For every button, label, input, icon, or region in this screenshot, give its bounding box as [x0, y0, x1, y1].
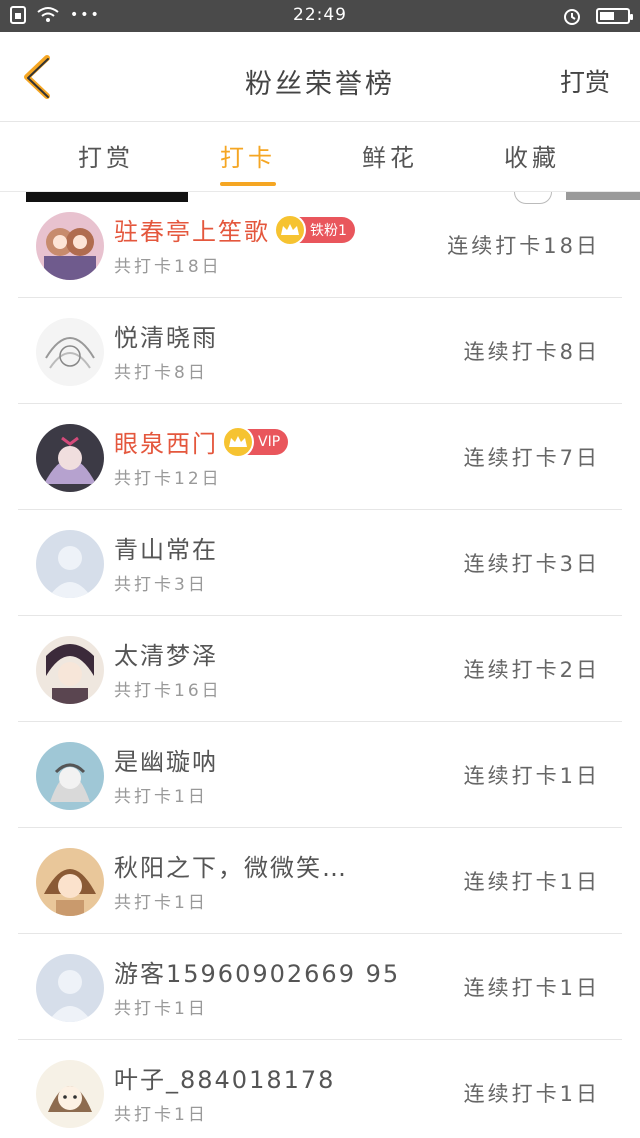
user-name[interactable]: 秋阳之下，微微笑… — [114, 848, 348, 883]
badge-label: 铁粉1 — [310, 222, 347, 239]
tab-favorites[interactable]: 收藏 — [472, 138, 592, 173]
list-item[interactable]: 游客15960902669 95 共打卡1日 连续打卡1日 — [18, 934, 622, 1040]
total-checkins: 共打卡8日 — [114, 363, 208, 383]
status-bar: ••• 22:49 — [0, 0, 640, 32]
streak-days: 连续打卡18日 — [447, 234, 600, 258]
streak-days: 连续打卡1日 — [463, 1082, 600, 1106]
badge-label: VIP — [258, 433, 281, 450]
list-item[interactable]: 驻春亭上笙歌 铁粉1 共打卡18日 连续打卡18日 — [18, 192, 622, 298]
name-line: 太清梦泽 — [114, 636, 218, 671]
avatar[interactable] — [36, 212, 104, 280]
tab-bar: 打赏 打卡 鲜花 收藏 — [0, 122, 640, 192]
fan-level-badge: 铁粉1 — [274, 213, 355, 246]
user-name[interactable]: 青山常在 — [114, 530, 218, 565]
streak-days: 连续打卡1日 — [463, 870, 600, 894]
list-item[interactable]: 眼泉西门 VIP 共打卡12日 连续打卡7日 — [18, 404, 622, 510]
checkin-list[interactable]: 驻春亭上笙歌 铁粉1 共打卡18日 连续打卡18日 悦清晓雨 共打卡8日 连续打… — [0, 192, 640, 1138]
name-line: 是幽璇呐 — [114, 742, 218, 777]
tab-flowers[interactable]: 鲜花 — [330, 138, 450, 173]
name-line: 游客15960902669 95 — [114, 954, 400, 989]
default-avatar-icon[interactable] — [36, 954, 104, 1022]
avatar[interactable] — [36, 636, 104, 704]
page-title: 粉丝荣誉榜 — [245, 69, 395, 100]
total-checkins: 共打卡18日 — [114, 257, 222, 277]
battery-icon — [596, 8, 633, 24]
status-time: 22:49 — [293, 5, 347, 25]
list-item[interactable]: 是幽璇呐 共打卡1日 连续打卡1日 — [18, 722, 622, 828]
name-line: 驻春亭上笙歌 铁粉1 — [114, 212, 355, 247]
user-name[interactable]: 是幽璇呐 — [114, 742, 218, 777]
name-line: 眼泉西门 VIP — [114, 424, 289, 459]
user-name[interactable]: 悦清晓雨 — [114, 318, 218, 353]
list-item[interactable]: 太清梦泽 共打卡16日 连续打卡2日 — [18, 616, 622, 722]
name-line: 秋阳之下，微微笑… — [114, 848, 348, 883]
default-avatar-icon[interactable] — [36, 530, 104, 598]
user-name[interactable]: 驻春亭上笙歌 — [114, 212, 270, 247]
total-checkins: 共打卡16日 — [114, 681, 222, 701]
list-item[interactable]: 悦清晓雨 共打卡8日 连续打卡8日 — [18, 298, 622, 404]
total-checkins: 共打卡1日 — [114, 893, 208, 913]
list-item[interactable]: 青山常在 共打卡3日 连续打卡3日 — [18, 510, 622, 616]
crown-icon — [222, 425, 254, 458]
user-name[interactable]: 叶子_884018178 — [114, 1060, 335, 1095]
streak-days: 连续打卡7日 — [463, 446, 600, 470]
tab-reward[interactable]: 打赏 — [46, 138, 166, 173]
streak-days: 连续打卡3日 — [463, 552, 600, 576]
header: 粉丝荣誉榜 打赏 — [0, 32, 640, 122]
avatar[interactable] — [36, 424, 104, 492]
reward-button[interactable]: 打赏 — [560, 63, 610, 99]
total-checkins: 共打卡3日 — [114, 575, 208, 595]
user-name[interactable]: 眼泉西门 — [114, 424, 218, 459]
tab-checkin[interactable]: 打卡 — [188, 138, 308, 173]
avatar[interactable] — [36, 848, 104, 916]
name-line: 青山常在 — [114, 530, 218, 565]
alarm-icon — [564, 9, 580, 25]
total-checkins: 共打卡1日 — [114, 1105, 208, 1125]
total-checkins: 共打卡1日 — [114, 787, 208, 807]
name-line: 悦清晓雨 — [114, 318, 218, 353]
status-right — [562, 6, 633, 26]
user-name[interactable]: 太清梦泽 — [114, 636, 218, 671]
name-line: 叶子_884018178 — [114, 1060, 335, 1095]
user-name[interactable]: 游客15960902669 95 — [114, 954, 400, 989]
streak-days: 连续打卡2日 — [463, 658, 600, 682]
crown-icon — [274, 213, 306, 246]
vip-badge: VIP — [222, 425, 289, 458]
total-checkins: 共打卡12日 — [114, 469, 222, 489]
list-item[interactable]: 叶子_884018178 共打卡1日 连续打卡1日 — [18, 1040, 622, 1138]
total-checkins: 共打卡1日 — [114, 999, 208, 1019]
list-item[interactable]: 秋阳之下，微微笑… 共打卡1日 连续打卡1日 — [18, 828, 622, 934]
avatar[interactable] — [36, 1060, 104, 1128]
streak-days: 连续打卡1日 — [463, 764, 600, 788]
tab-active-indicator — [220, 182, 276, 186]
avatar[interactable] — [36, 742, 104, 810]
streak-days: 连续打卡8日 — [463, 340, 600, 364]
streak-days: 连续打卡1日 — [463, 976, 600, 1000]
avatar[interactable] — [36, 318, 104, 386]
